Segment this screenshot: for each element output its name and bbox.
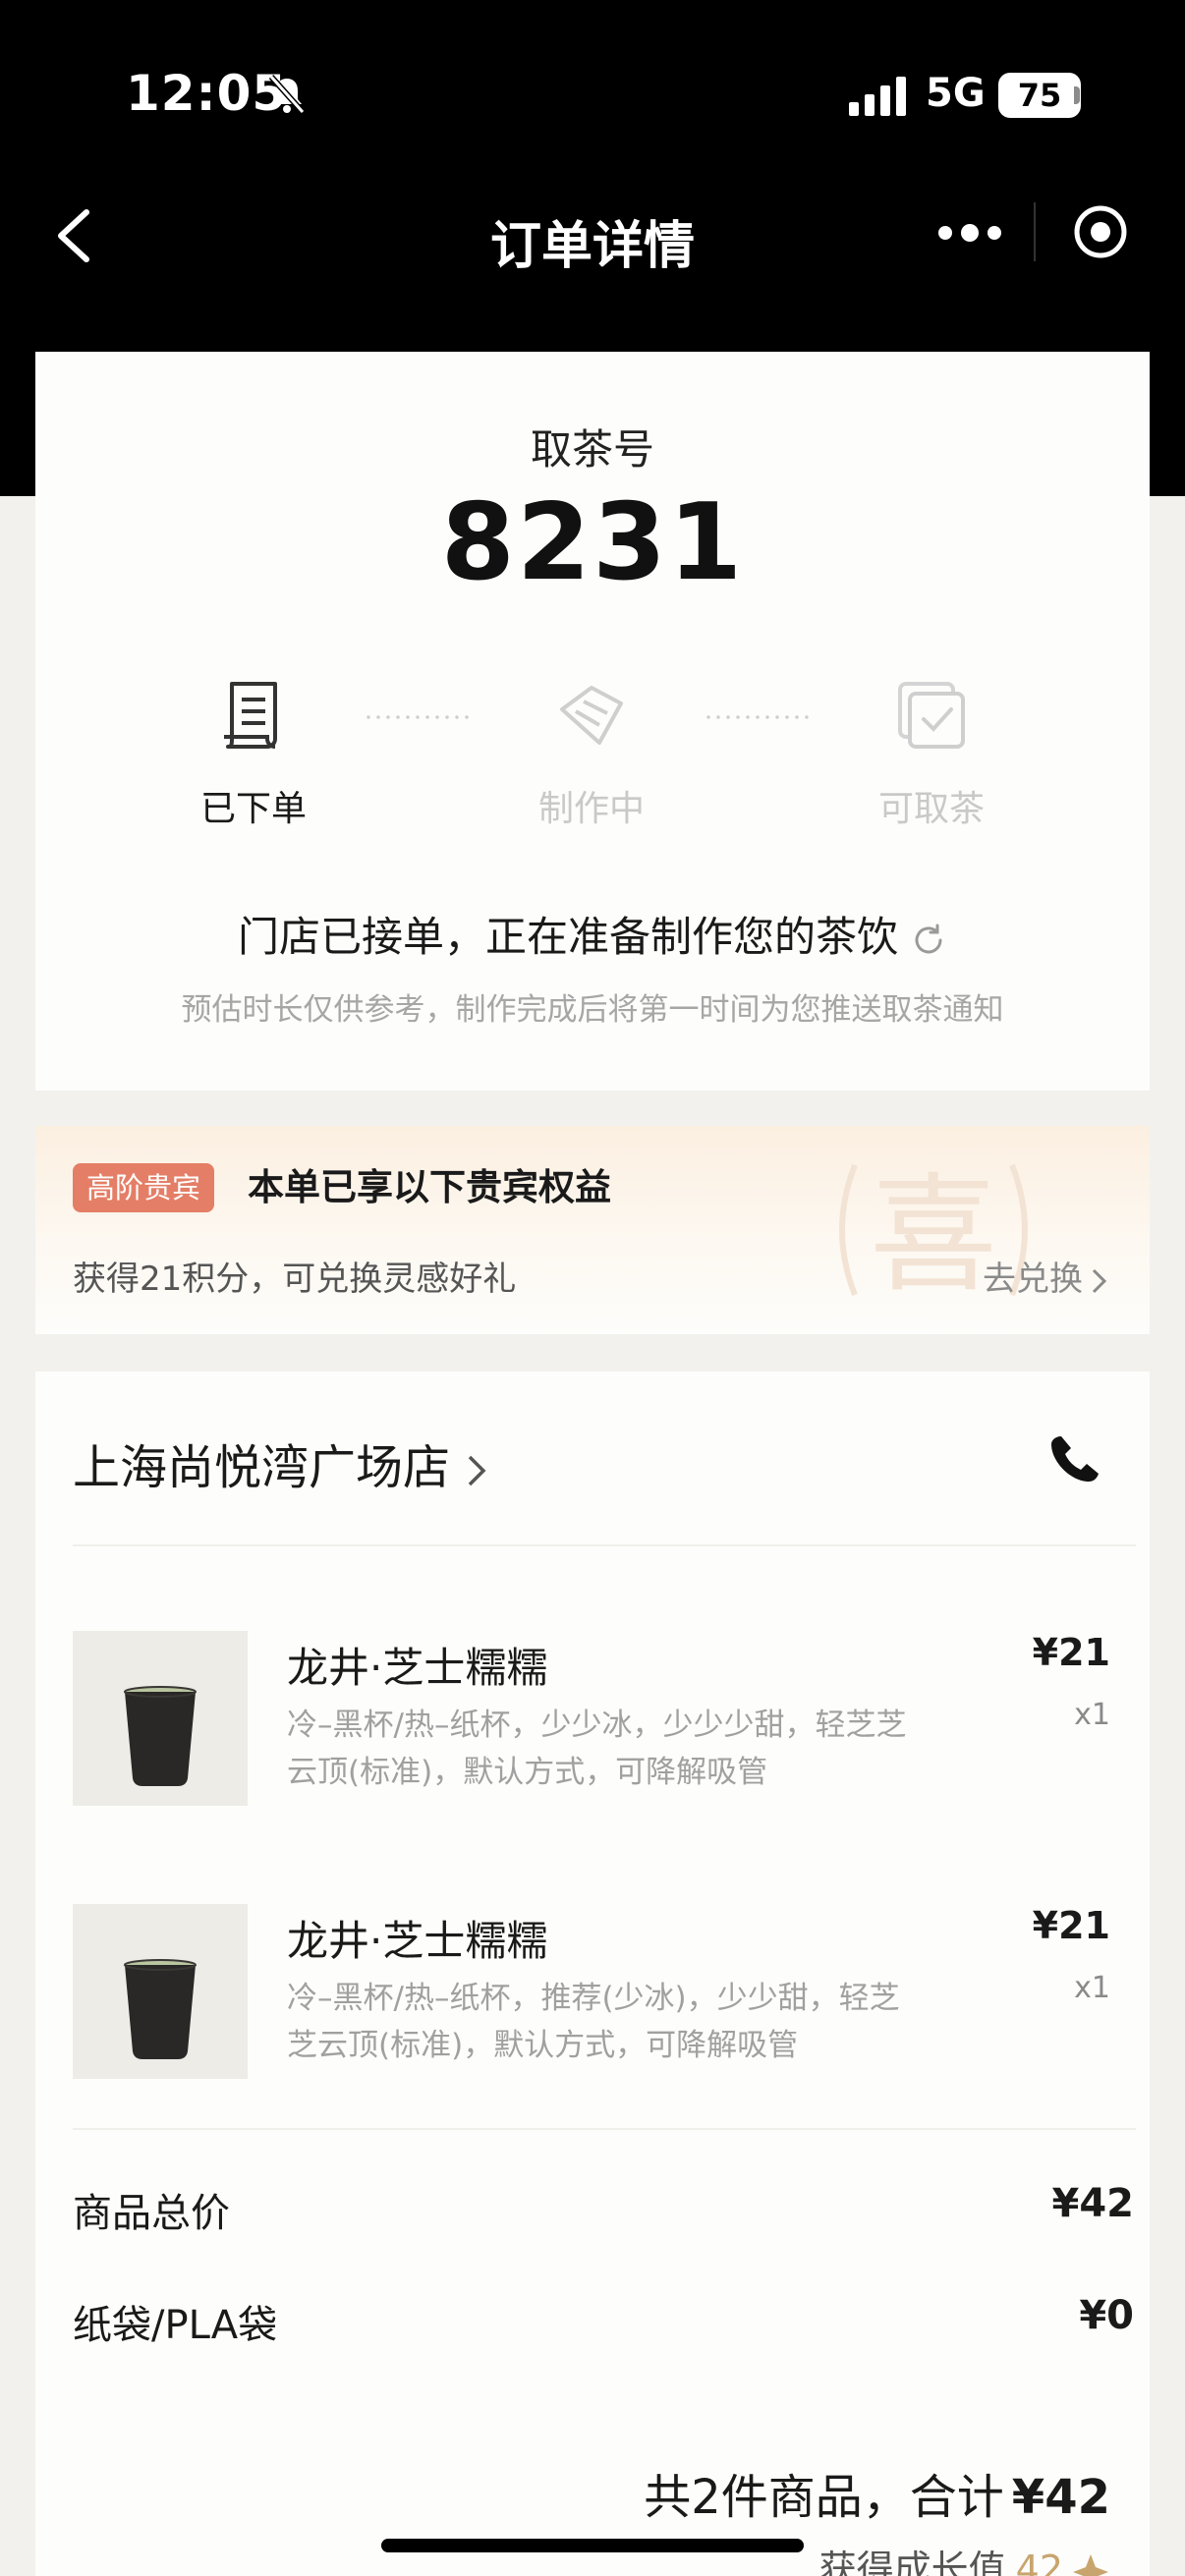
product-image	[73, 1904, 248, 2079]
product-options: 冷–黑杯/热–纸杯，推荐(少冰)，少少甜，轻芝芝云顶(标准)，默认方式，可降解吸…	[287, 1981, 900, 2063]
divider	[73, 1544, 1136, 1546]
order-status-text: 门店已接单，正在准备制作您的茶饮	[35, 904, 1150, 964]
network-type: 5G	[926, 71, 986, 116]
chevron-right-icon	[1092, 1268, 1107, 1293]
capsule-divider	[1034, 202, 1036, 261]
vip-points-text: 获得21积分，可兑换灵感好礼	[73, 1260, 517, 1299]
product-image	[73, 1631, 248, 1806]
cup-image	[73, 1631, 248, 1806]
step-connector	[364, 715, 472, 719]
vip-badge: 高阶贵宾	[73, 1163, 215, 1212]
product-name: 龙井·芝士糯糯	[287, 1917, 548, 1965]
growth-value: 42	[1015, 2548, 1063, 2576]
subtotal-row: 商品总价 ¥42	[73, 2181, 1134, 2238]
product-price: ¥21	[1032, 1904, 1110, 1947]
sparkle-icon	[1073, 2553, 1108, 2576]
store-link[interactable]: 上海尚悦湾广场店	[73, 1428, 489, 1497]
subtotal-value: ¥42	[1051, 2181, 1135, 2226]
watermark-text: 喜	[870, 1160, 997, 1310]
watermark-logo: 喜	[839, 1160, 1028, 1310]
growth-label: 获得成长值	[818, 2548, 1006, 2576]
vip-benefits-card[interactable]: 喜 高阶贵宾 本单已享以下贵宾权益 获得21积分，可兑换灵感好礼 去兑换	[35, 1126, 1150, 1334]
cup-image	[73, 1904, 248, 2079]
page-title: 订单详情	[489, 217, 695, 276]
receipt-icon	[224, 682, 277, 749]
order-status-hint: 预估时长仅供参考，制作完成后将第一时间为您推送取茶通知	[181, 992, 1004, 1028]
product-quantity: x1	[1074, 1698, 1110, 1732]
store-name: 上海尚悦湾广场店	[73, 1440, 451, 1495]
pickup-number: 8231	[440, 481, 745, 604]
status-bar: 12:05 5G 75	[0, 0, 1185, 187]
step-label: 制作中	[537, 789, 645, 829]
signal-icon	[849, 77, 906, 116]
step-ready: 可取茶	[823, 676, 1040, 831]
step-label: 已下单	[199, 789, 307, 829]
phone-icon[interactable]	[1047, 1430, 1102, 1485]
product-item: 龙井·芝士糯糯 冷–黑杯/热–纸杯，推荐(少冰)，少少甜，轻芝芝云顶(标准)，默…	[35, 1904, 1150, 2081]
bell-off-icon	[268, 75, 306, 114]
pickup-card: 取茶号 8231 已下单 制作中 可取茶 门店已接单，正在准备制作您的茶饮 预估…	[35, 352, 1150, 1091]
product-name: 龙井·芝士糯糯	[287, 1644, 548, 1692]
step-connector	[704, 715, 812, 719]
product-price: ¥21	[1032, 1631, 1110, 1674]
check-box-icon	[898, 682, 965, 749]
step-making: 制作中	[483, 676, 700, 831]
battery-tip	[1074, 86, 1080, 104]
tea-making-icon	[560, 686, 623, 745]
battery-icon: 75	[998, 73, 1081, 118]
vip-title: 本单已享以下贵宾权益	[248, 1166, 611, 1208]
redeem-label: 去兑换	[983, 1260, 1083, 1299]
divider	[73, 2128, 1136, 2130]
chevron-right-icon	[468, 1455, 486, 1486]
refresh-icon[interactable]	[910, 922, 947, 959]
close-miniprogram-icon[interactable]	[1071, 202, 1130, 261]
status-time: 12:05	[126, 65, 288, 122]
subtotal-label: 商品总价	[73, 2191, 230, 2236]
total-amount: ¥42	[1011, 2470, 1110, 2525]
step-label: 可取茶	[877, 789, 985, 829]
step-ordered: 已下单	[145, 676, 362, 831]
more-icon[interactable]	[933, 218, 1006, 248]
home-indicator	[381, 2539, 804, 2552]
order-detail-card: 上海尚悦湾广场店 龙井·芝士糯糯 冷–黑杯/热–纸杯，少少冰，少少少甜，轻芝芝云…	[35, 1372, 1150, 2576]
bag-fee-label: 纸袋/PLA袋	[73, 2303, 278, 2348]
redeem-link[interactable]: 去兑换	[983, 1252, 1110, 1300]
product-item: 龙井·芝士糯糯 冷–黑杯/热–纸杯，少少冰，少少少甜，轻芝芝云顶(标准)，默认方…	[35, 1631, 1150, 1808]
product-quantity: x1	[1074, 1971, 1110, 2005]
order-status-label: 门店已接单，正在准备制作您的茶饮	[237, 913, 898, 961]
product-options: 冷–黑杯/热–纸杯，少少冰，少少少甜，轻芝芝云顶(标准)，默认方式，可降解吸管	[287, 1708, 907, 1790]
bag-fee-value: ¥0	[1079, 2293, 1134, 2338]
pickup-label: 取茶号	[530, 425, 654, 474]
bag-fee-row: 纸袋/PLA袋 ¥0	[73, 2293, 1134, 2350]
total-label: 共2件商品，合计	[644, 2470, 1004, 2525]
order-total: 共2件商品，合计 ¥42	[644, 2458, 1110, 2527]
growth-points: 获得成长值 42	[819, 2539, 1110, 2576]
